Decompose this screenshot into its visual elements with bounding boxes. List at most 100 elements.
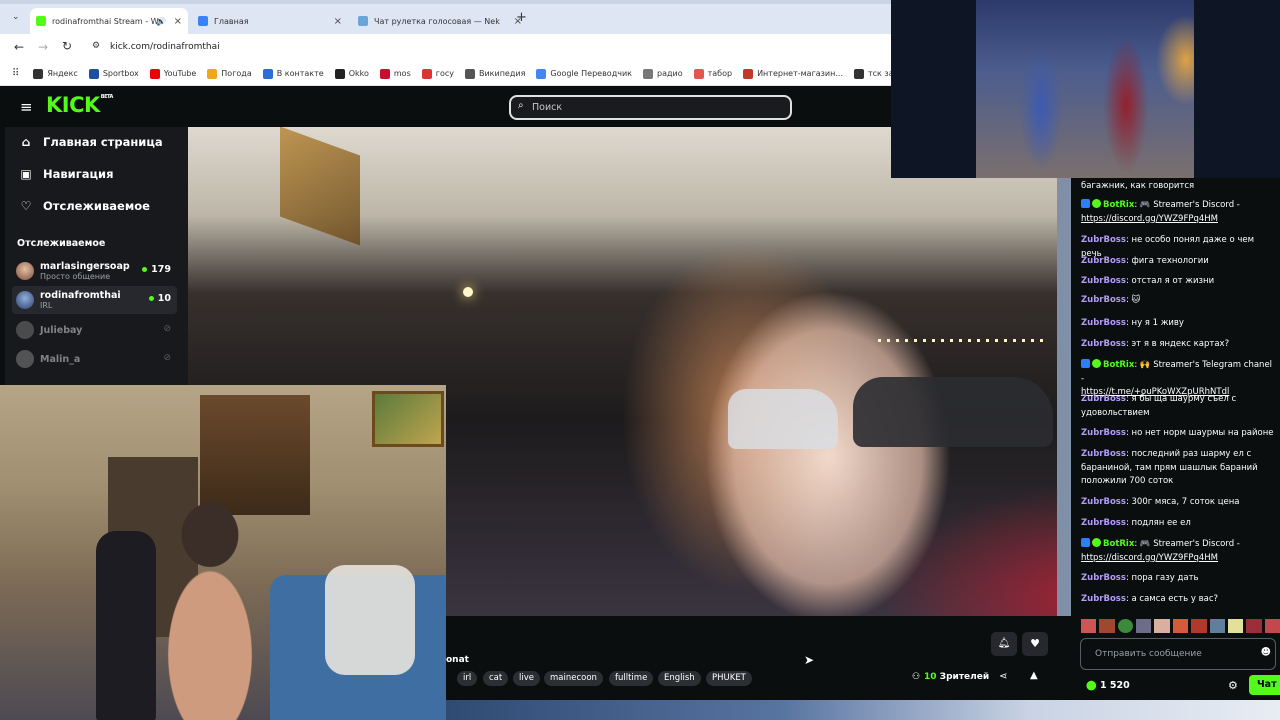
tag-cat[interactable]: cat	[483, 671, 509, 686]
tab-list-chevron-icon[interactable]: ⌄	[12, 12, 20, 22]
bookmark-item[interactable]: mos	[379, 68, 411, 79]
forward-icon[interactable]: →	[38, 40, 48, 54]
new-tab-button[interactable]: +	[516, 10, 527, 25]
follow-heart-button[interactable]: ♥	[1022, 632, 1048, 656]
chat-username[interactable]: ZubrBoss	[1081, 449, 1126, 459]
bookmark-label: госу	[435, 69, 454, 78]
bookmark-favicon-icon	[262, 68, 273, 79]
following-channel-rodinafromthai[interactable]: rodinafromthai IRL 10	[12, 286, 177, 314]
bookmark-item[interactable]: Google Переводчик	[536, 68, 632, 79]
string-lights	[878, 339, 1048, 342]
bookmark-item[interactable]: Википедия	[464, 68, 525, 79]
bookmark-item[interactable]: Погода	[207, 68, 252, 79]
viewer-count: 179	[142, 264, 171, 275]
chat-text: 🐱	[1131, 295, 1141, 305]
bookmark-item[interactable]: тск заря	[854, 68, 891, 79]
following-channel-malin-a[interactable]: Malin_a ⊘	[12, 345, 177, 373]
bookmark-item[interactable]: Sportbox	[88, 68, 139, 79]
tab-chat-roulette[interactable]: Чат рулетка голосовая — Nek ×	[352, 8, 528, 34]
chat-text: фига технологии	[1131, 256, 1209, 266]
chat-username[interactable]: BotRix	[1103, 360, 1134, 370]
bookmark-item[interactable]: Интернет-магазин...	[743, 68, 843, 79]
close-tab-icon[interactable]: ×	[174, 16, 182, 27]
emote-icon[interactable]	[1136, 619, 1152, 633]
apps-grid-icon[interactable]: ⠿	[12, 68, 19, 79]
chat-username[interactable]: ZubrBoss	[1081, 318, 1126, 328]
following-channel-juliebay[interactable]: Juliebay ⊘	[12, 316, 177, 344]
chat-username[interactable]: ZubrBoss	[1081, 428, 1126, 438]
emote-icon[interactable]	[1154, 619, 1170, 633]
nav-following[interactable]: ♡ Отслеживаемое	[19, 199, 150, 213]
chat-username[interactable]: ZubrBoss	[1081, 295, 1126, 305]
chat-link[interactable]: https://discord.gg/YWZ9FPq4HM	[1081, 214, 1218, 224]
audio-icon[interactable]: 🔊	[156, 17, 166, 26]
chat-send-button[interactable]: Чат	[1249, 675, 1280, 695]
url-field[interactable]: kick.com/rodinafromthai	[110, 42, 220, 52]
emoji-picker-icon[interactable]: ☻	[1261, 647, 1271, 658]
chat-text: 🎮 Streamer's Discord -	[1139, 539, 1240, 549]
kick-favicon-icon	[36, 16, 46, 26]
chat-settings-icon[interactable]: ⚙	[1228, 679, 1238, 692]
bookmark-item[interactable]: табор	[693, 68, 732, 79]
emote-icon[interactable]	[1117, 619, 1134, 633]
clothes-shape	[325, 565, 415, 675]
bookmark-favicon-icon	[642, 68, 653, 79]
bookmark-item[interactable]: В контакте	[262, 68, 324, 79]
tab-main[interactable]: Главная ×	[192, 8, 348, 34]
chat-username[interactable]: ZubrBoss	[1081, 256, 1126, 266]
following-channel-marlasingersoap[interactable]: marlasingersoap Просто общение 179	[12, 257, 177, 285]
bookmark-item[interactable]: радио	[642, 68, 683, 79]
chat-username[interactable]: ZubrBoss	[1081, 276, 1126, 286]
emote-icon[interactable]	[1191, 619, 1207, 633]
search-input[interactable]: Поиск	[532, 102, 562, 113]
chat-input[interactable]: Отправить сообщение	[1095, 649, 1202, 659]
search-box[interactable]: ⌕ Поиск	[509, 95, 792, 120]
chat-link[interactable]: https://discord.gg/YWZ9FPq4HM	[1081, 553, 1218, 563]
nav-browse[interactable]: ▣ Навигация	[19, 167, 113, 181]
bookmark-favicon-icon	[693, 68, 704, 79]
chat-username[interactable]: ZubrBoss	[1081, 497, 1126, 507]
emote-icon[interactable]	[1099, 619, 1115, 633]
hamburger-menu-icon[interactable]: ≡	[20, 98, 33, 116]
tag-fulltime[interactable]: fulltime	[609, 671, 654, 686]
desktop-wallpaper-strip	[446, 700, 1280, 720]
chat-username[interactable]: ZubrBoss	[1081, 235, 1126, 245]
emote-icon[interactable]	[1264, 619, 1280, 633]
emote-icon[interactable]	[1246, 619, 1262, 633]
share-icon[interactable]: ⋖	[999, 671, 1007, 682]
emote-icon[interactable]	[1081, 619, 1097, 633]
chat-username[interactable]: ZubrBoss	[1081, 518, 1126, 528]
emote-icon[interactable]	[1209, 619, 1225, 633]
bookmark-item[interactable]: госу	[421, 68, 454, 79]
reload-icon[interactable]: ↻	[62, 39, 72, 53]
avatar	[16, 321, 34, 339]
bookmark-item[interactable]: Okko	[334, 68, 369, 79]
back-icon[interactable]: ←	[14, 40, 24, 54]
chat-message: ZubrBoss: 300г мяса, 7 соток цена	[1081, 497, 1240, 507]
notifications-bell-button[interactable]: 🔔︎	[991, 632, 1017, 656]
chat-username[interactable]: ZubrBoss	[1081, 339, 1126, 349]
chat-username[interactable]: ZubrBoss	[1081, 573, 1126, 583]
tag-irl[interactable]: irl	[457, 671, 478, 686]
close-tab-icon[interactable]: ×	[334, 16, 342, 27]
tag-phuket[interactable]: PHUKET	[706, 671, 752, 686]
site-info-icon[interactable]: ⚙	[92, 41, 100, 51]
nav-home[interactable]: ⌂ Главная страница	[19, 135, 163, 149]
tag-english[interactable]: English	[658, 671, 701, 686]
emote-icon[interactable]	[1172, 619, 1189, 633]
chat-message: ZubrBoss: подлян ее ел	[1081, 518, 1191, 528]
report-icon[interactable]: ▲	[1030, 670, 1038, 681]
tag-live[interactable]: live	[513, 671, 540, 686]
chat-username[interactable]: BotRix	[1103, 200, 1134, 210]
emote-icon[interactable]	[1227, 619, 1244, 633]
chat-username[interactable]: BotRix	[1103, 539, 1134, 549]
channel-points[interactable]: ⬤ 1 520	[1086, 680, 1130, 691]
chat-username[interactable]: ZubrBoss	[1081, 594, 1126, 604]
chat-input-box[interactable]: Отправить сообщение ☻	[1080, 638, 1276, 670]
tab-kick-stream[interactable]: rodinafromthai Stream - W 🔊 ×	[30, 8, 188, 34]
chat-username[interactable]: ZubrBoss	[1081, 394, 1126, 404]
kick-logo[interactable]: KICKBETA	[46, 93, 113, 117]
tag-mainecoon[interactable]: mainecoon	[544, 671, 603, 686]
bookmark-item[interactable]: YouTube	[149, 68, 196, 79]
bookmark-item[interactable]: Яндекс	[33, 68, 78, 79]
